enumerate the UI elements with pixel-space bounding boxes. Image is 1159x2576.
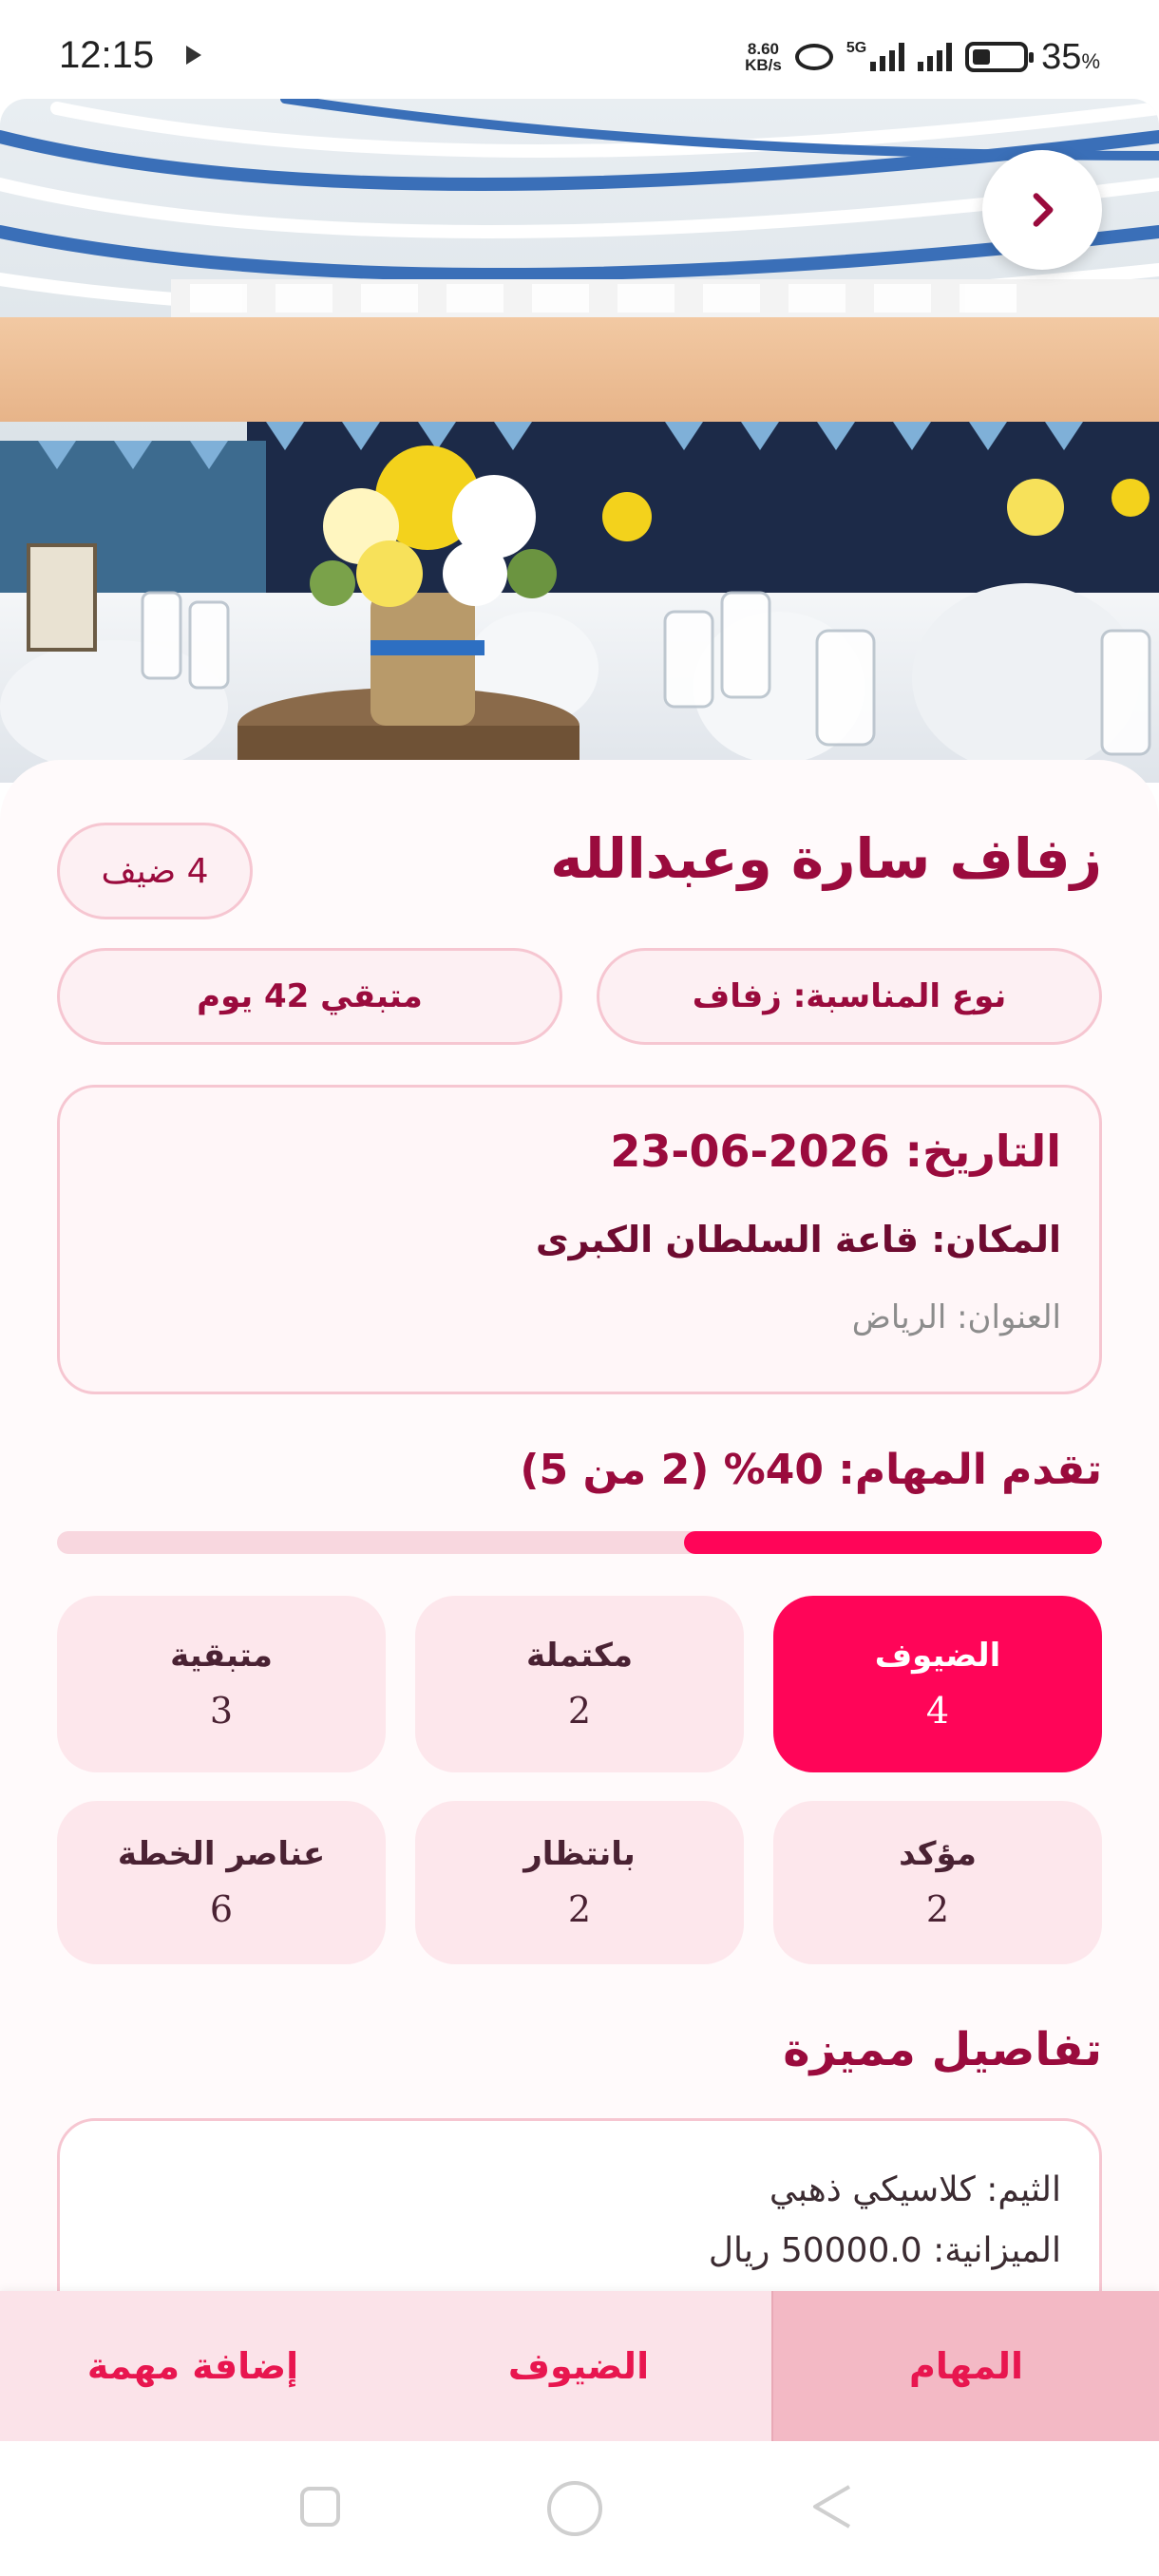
task-progress-title: تقدم المهام: 40% (2 من 5) xyxy=(520,1446,1102,1494)
stat-guests[interactable]: الضيوف 4 xyxy=(773,1596,1102,1772)
battery-percent: 35% xyxy=(1041,36,1100,77)
stat-completed[interactable]: مكتملة 2 xyxy=(415,1596,744,1772)
stat-remaining[interactable]: متبقية 3 xyxy=(57,1596,386,1772)
stat-value: 2 xyxy=(567,1888,592,1930)
stat-value: 3 xyxy=(209,1690,234,1732)
stat-label: مكتملة xyxy=(526,1637,633,1675)
nav-tasks[interactable]: المهام xyxy=(771,2291,1159,2441)
network-speed-value: 8.60 xyxy=(747,40,779,58)
nav-guests[interactable]: الضيوف xyxy=(386,2291,771,2441)
stat-label: بانتظار xyxy=(523,1835,636,1873)
status-indicators: 8.60 KB/s 5G 35% xyxy=(745,34,1100,80)
stat-confirmed[interactable]: مؤكد 2 xyxy=(773,1801,1102,1964)
network-speed: 8.60 KB/s xyxy=(745,41,782,73)
signal-icon xyxy=(870,43,905,71)
guest-count-badge: 4 ضيف xyxy=(57,823,253,919)
event-address: العنوان: الرياض xyxy=(851,1298,1061,1336)
features-title: تفاصيل مميزة xyxy=(783,2023,1102,2076)
stat-value: 4 xyxy=(925,1690,950,1732)
signal-icon-2 xyxy=(918,43,953,71)
home-icon[interactable] xyxy=(547,2481,602,2536)
task-progress-fill xyxy=(684,1531,1102,1554)
stat-label: متبقية xyxy=(170,1637,273,1675)
network-speed-unit: KB/s xyxy=(745,56,782,74)
event-title: زفاف سارة وعبدالله xyxy=(550,826,1102,891)
event-date: التاريخ: 2026-06-23 xyxy=(610,1126,1061,1177)
play-icon xyxy=(186,46,201,65)
stat-value: 2 xyxy=(925,1888,950,1930)
task-progress-bar xyxy=(57,1531,1102,1554)
stat-label: عناصر الخطة xyxy=(117,1835,326,1873)
chevron-right-icon xyxy=(1033,193,1054,227)
feature-theme: الثيم: كلاسيكي ذهبي xyxy=(769,2170,1061,2209)
status-bar: 12:15 8.60 KB/s 5G 35% xyxy=(0,0,1159,99)
stat-value: 6 xyxy=(209,1888,234,1930)
feature-budget: الميزانية: 50000.0 ريال xyxy=(708,2231,1061,2270)
bottom-navigation: المهام الضيوف إضافة مهمة xyxy=(0,2291,1159,2441)
link-icon xyxy=(794,44,833,70)
event-type-pill: نوع المناسبة: زفاف xyxy=(597,948,1102,1045)
back-triangle-icon[interactable] xyxy=(806,2481,857,2532)
back-button[interactable] xyxy=(982,150,1102,270)
event-venue: المكان: قاعة السلطان الكبرى xyxy=(535,1219,1061,1260)
battery-icon xyxy=(965,42,1035,72)
recent-apps-icon[interactable] xyxy=(300,2487,340,2527)
stat-pending[interactable]: بانتظار 2 xyxy=(415,1801,744,1964)
network-type: 5G xyxy=(846,40,867,56)
status-time: 12:15 xyxy=(59,34,155,76)
days-remaining-pill: متبقي 42 يوم xyxy=(57,948,562,1045)
stat-plan-items[interactable]: عناصر الخطة 6 xyxy=(57,1801,386,1964)
event-info-box: التاريخ: 2026-06-23 المكان: قاعة السلطان… xyxy=(57,1085,1102,1394)
nav-add-task[interactable]: إضافة مهمة xyxy=(0,2291,386,2441)
event-details-card: زفاف سارة وعبدالله 4 ضيف نوع المناسبة: ز… xyxy=(0,760,1159,2365)
stat-value: 2 xyxy=(567,1690,592,1732)
stat-label: مؤكد xyxy=(899,1835,977,1873)
stat-label: الضيوف xyxy=(874,1637,1001,1675)
